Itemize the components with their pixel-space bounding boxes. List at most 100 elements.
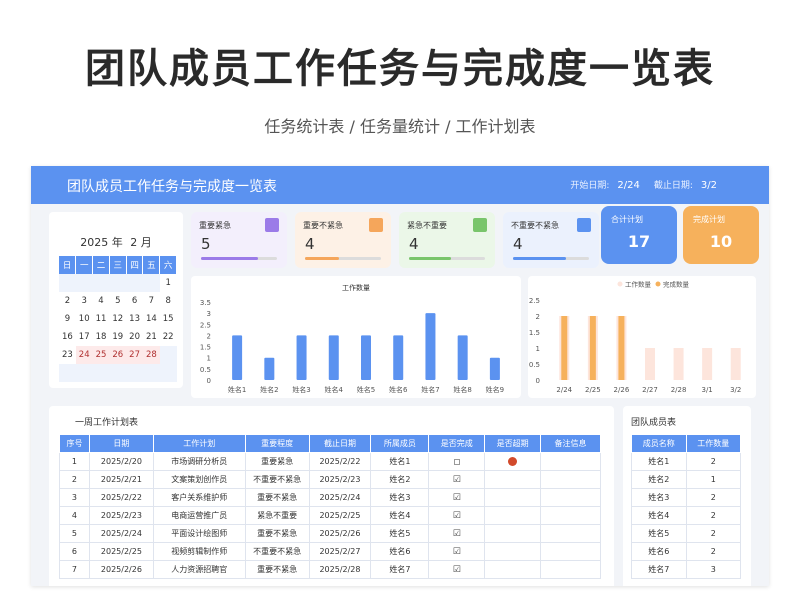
checked-box-icon[interactable]: ☑ bbox=[453, 565, 461, 575]
table-cell bbox=[540, 470, 601, 489]
weekly-plan-title: 一周工作计划表 bbox=[75, 418, 139, 428]
calendar-day[interactable]: 8 bbox=[160, 292, 177, 310]
table-row[interactable]: 姓名7 3 bbox=[631, 560, 741, 579]
y-tick-label: 1 bbox=[536, 345, 540, 353]
calendar-day[interactable]: 9 bbox=[59, 310, 76, 328]
calendar-day[interactable]: 26 bbox=[109, 346, 127, 364]
calendar-day[interactable]: 10 bbox=[76, 310, 93, 328]
table-row[interactable]: 6 2025/2/25 视频剪辑制作师 不重要不紧急 2025/2/27 姓名6 ☑ bbox=[59, 542, 601, 561]
done-checkbox[interactable] bbox=[428, 452, 486, 471]
x-tick-label: 姓名8 bbox=[453, 385, 471, 394]
calendar-day[interactable]: 5 bbox=[109, 292, 126, 310]
calendar-day[interactable]: 7 bbox=[143, 292, 160, 310]
bar bbox=[489, 357, 500, 380]
cube-icon bbox=[265, 218, 279, 232]
overdue-cell bbox=[484, 542, 542, 561]
done-checkbox[interactable]: ☑ bbox=[428, 560, 486, 579]
calendar-day[interactable]: 12 bbox=[109, 310, 126, 328]
table-row[interactable]: 5 2025/2/24 平面设计绘图师 重要不紧急 2025/2/26 姓名5 ☑ bbox=[59, 524, 601, 543]
table-cell: 姓名2 bbox=[370, 470, 430, 489]
column-header[interactable]: 工作计划 bbox=[152, 434, 246, 453]
calendar-day[interactable]: 22 bbox=[160, 328, 177, 346]
calendar-day[interactable]: 2 bbox=[59, 292, 76, 310]
calendar-empty-cell bbox=[126, 274, 143, 292]
weekday-header: 五 bbox=[142, 256, 161, 274]
table-row[interactable]: 4 2025/2/23 电商运营推广员 紧急不重要 2025/2/25 姓名4 ☑ bbox=[59, 506, 601, 525]
calendar-day[interactable]: 20 bbox=[126, 328, 143, 346]
done-checkbox[interactable]: ☑ bbox=[428, 470, 486, 489]
checked-box-icon[interactable]: ☑ bbox=[453, 511, 461, 521]
kpi-card: 重要紧急 5 bbox=[191, 212, 287, 268]
x-tick-label: 姓名7 bbox=[421, 385, 439, 394]
calendar-day[interactable]: 3 bbox=[76, 292, 93, 310]
calendar-day[interactable]: 17 bbox=[76, 328, 93, 346]
calendar-day[interactable]: 15 bbox=[160, 310, 177, 328]
calendar-day[interactable]: 19 bbox=[109, 328, 126, 346]
table-cell: 3 bbox=[59, 488, 90, 507]
x-tick-label: 姓名1 bbox=[228, 385, 246, 394]
unchecked-box-icon[interactable] bbox=[453, 458, 460, 465]
column-header[interactable]: 序号 bbox=[59, 434, 90, 453]
table-row[interactable]: 姓名1 2 bbox=[631, 452, 741, 471]
calendar-day[interactable]: 1 bbox=[160, 274, 177, 292]
calendar-day[interactable]: 18 bbox=[93, 328, 110, 346]
table-row[interactable]: 姓名2 1 bbox=[631, 470, 741, 489]
column-header[interactable]: 成员名称 bbox=[631, 434, 687, 453]
table-row[interactable]: 2 2025/2/21 文案策划创作员 不重要不紧急 2025/2/23 姓名2 ☑ bbox=[59, 470, 601, 489]
calendar-day[interactable]: 14 bbox=[143, 310, 160, 328]
table-cell: 2 bbox=[685, 506, 741, 525]
table-row[interactable]: 1 2025/2/20 市场调研分析员 重要紧急 2025/2/22 姓名1 bbox=[59, 452, 601, 471]
table-cell: 姓名6 bbox=[631, 542, 687, 561]
column-header[interactable]: 是否超期 bbox=[484, 434, 542, 453]
table-row[interactable]: 姓名3 2 bbox=[631, 488, 741, 507]
calendar-day[interactable]: 28 bbox=[142, 346, 160, 364]
done-checkbox[interactable]: ☑ bbox=[428, 524, 486, 543]
total-value: 10 bbox=[709, 232, 733, 251]
table-row[interactable]: 姓名4 2 bbox=[631, 506, 741, 525]
calendar-day[interactable]: 4 bbox=[93, 292, 110, 310]
column-header[interactable]: 日期 bbox=[88, 434, 154, 453]
column-header[interactable]: 所属成员 bbox=[370, 434, 430, 453]
done-checkbox[interactable]: ☑ bbox=[428, 506, 486, 525]
calendar-empty-cell bbox=[142, 364, 160, 382]
table-row[interactable]: 姓名6 2 bbox=[631, 542, 741, 561]
calendar-day[interactable]: 27 bbox=[126, 346, 143, 364]
bar bbox=[457, 335, 468, 380]
weekday-header: 一 bbox=[75, 256, 94, 274]
calendar-day[interactable]: 24 bbox=[75, 346, 93, 364]
hero-title: 团队成员工作任务与完成度一览表 bbox=[85, 46, 715, 92]
dashboard-sheet: 团队成员工作任务与完成度一览表 开始日期: 2/24 截止日期: 3/2 2025 年… bbox=[31, 166, 769, 586]
x-tick-label: 2/24 bbox=[556, 386, 572, 394]
calendar-day[interactable]: 13 bbox=[126, 310, 143, 328]
table-cell: 姓名7 bbox=[370, 560, 430, 579]
calendar-day[interactable]: 11 bbox=[93, 310, 110, 328]
table-cell: 平面设计绘图师 bbox=[152, 524, 246, 543]
checked-box-icon[interactable]: ☑ bbox=[453, 475, 461, 485]
column-header[interactable]: 截止日期 bbox=[308, 434, 372, 453]
calendar-day[interactable]: 21 bbox=[143, 328, 160, 346]
column-header[interactable]: 重要程度 bbox=[244, 434, 310, 453]
table-cell: 2 bbox=[59, 470, 90, 489]
table-row[interactable]: 7 2025/2/26 人力资源招聘官 重要不紧急 2025/2/28 姓名7 ☑ bbox=[59, 560, 601, 579]
done-checkbox[interactable]: ☑ bbox=[428, 542, 486, 561]
column-header[interactable]: 工作数量 bbox=[685, 434, 741, 453]
legend-marker bbox=[617, 281, 623, 287]
end-date-value[interactable]: 3/2 bbox=[701, 180, 717, 191]
checked-box-icon[interactable]: ☑ bbox=[453, 529, 461, 539]
table-row[interactable]: 姓名5 2 bbox=[631, 524, 741, 543]
weekday-header: 三 bbox=[109, 256, 127, 274]
calendar-day[interactable]: 25 bbox=[92, 346, 110, 364]
calendar-day[interactable]: 16 bbox=[59, 328, 76, 346]
done-checkbox[interactable]: ☑ bbox=[428, 488, 486, 507]
start-date-value[interactable]: 2/24 bbox=[617, 180, 639, 191]
checked-box-icon[interactable]: ☑ bbox=[453, 547, 461, 557]
calendar-day[interactable]: 6 bbox=[126, 292, 143, 310]
checked-box-icon[interactable]: ☑ bbox=[453, 493, 461, 503]
table-cell: 2025/2/20 bbox=[88, 452, 154, 471]
column-header[interactable]: 是否完成 bbox=[428, 434, 486, 453]
column-header[interactable]: 备注信息 bbox=[540, 434, 601, 453]
calendar-day[interactable]: 23 bbox=[59, 346, 76, 364]
table-row[interactable]: 3 2025/2/22 客户关系维护师 重要不紧急 2025/2/24 姓名3 ☑ bbox=[59, 488, 601, 507]
table-cell: 5 bbox=[59, 524, 90, 543]
daily-progress-chart-svg: 工作数量 完成数量 0 0.5 1 1.5 2 2.5 2/24 2/25 2/26 2/27 2/28… bbox=[529, 280, 741, 395]
